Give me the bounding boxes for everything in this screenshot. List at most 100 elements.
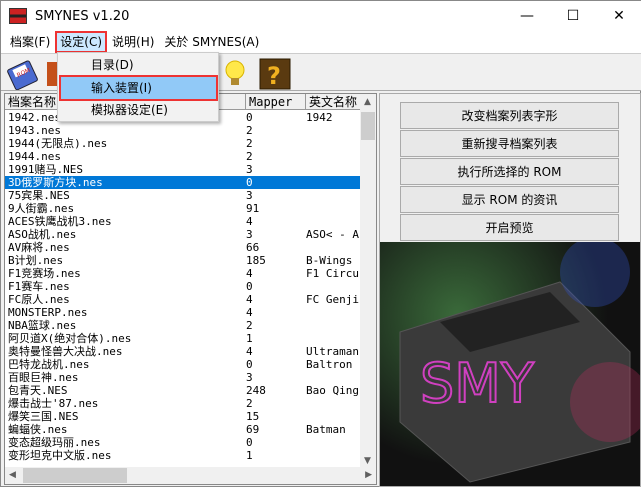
cell-mapper: 0 (246, 280, 253, 293)
scroll-down-icon[interactable]: ▼ (364, 456, 371, 466)
scroll-right-icon[interactable]: ▶ (365, 470, 372, 480)
table-row[interactable]: 蝙蝠侠.nes 69 Batman (5, 423, 362, 436)
cell-english-name: Bao Qing (306, 384, 359, 397)
table-row[interactable]: MONSTERP.nes 4 (5, 306, 362, 319)
cell-filename: 3D俄罗斯方块.nes (8, 176, 103, 189)
preview-image: SMY (380, 242, 640, 486)
cell-mapper: 3 (246, 228, 253, 241)
cell-mapper: 4 (246, 306, 253, 319)
cell-mapper: 3 (246, 371, 253, 384)
rom-disk-icon[interactable]: ROM (7, 58, 39, 91)
table-row[interactable]: 3D俄罗斯方块.nes 0 (5, 176, 362, 189)
lightbulb-icon[interactable] (221, 58, 253, 90)
horizontal-scroll-thumb[interactable] (23, 468, 127, 483)
rom-info-button[interactable]: 显示 ROM 的资讯 (400, 186, 619, 213)
column-header-mapper[interactable]: Mapper (246, 94, 306, 110)
table-row[interactable]: 变形坦克中文版.nes 1 (5, 449, 362, 462)
scroll-up-icon[interactable]: ▲ (364, 97, 371, 107)
table-row[interactable]: 1943.nes 2 (5, 124, 362, 137)
vertical-scroll-thumb[interactable] (361, 112, 375, 140)
scroll-left-icon[interactable]: ◀ (9, 470, 16, 480)
minimize-button[interactable]: — (504, 1, 550, 31)
table-row[interactable]: 1991赌马.NES 3 (5, 163, 362, 176)
table-row[interactable]: NBA篮球.nes 2 (5, 319, 362, 332)
cell-filename: MONSTERP.nes (8, 306, 88, 319)
cell-filename: F1赛车.nes (8, 280, 70, 293)
cell-filename: 变态超级玛丽.nes (8, 436, 101, 449)
close-button[interactable]: ✕ (596, 1, 641, 31)
cell-english-name: FC Genjin (306, 293, 362, 306)
table-row[interactable]: 爆笑三国.NES 15 (5, 410, 362, 423)
table-row[interactable]: 巴特龙战机.nes 0 Baltron (5, 358, 362, 371)
cell-mapper: 66 (246, 241, 260, 254)
table-row[interactable]: 爆击战士'87.nes 2 (5, 397, 362, 410)
table-row[interactable]: F1赛车.nes 0 (5, 280, 362, 293)
cell-mapper: 4 (246, 267, 253, 280)
help-question-icon[interactable]: ? (259, 58, 291, 90)
window-title: SMYNES v1.20 (35, 8, 130, 24)
menu-settings[interactable]: 设定(C) (55, 31, 108, 53)
table-row[interactable]: 9人街霸.nes 91 (5, 202, 362, 215)
cell-english-name (306, 319, 362, 332)
cell-mapper: 0 (246, 358, 253, 371)
table-row[interactable]: 1944(无限点).nes 2 (5, 137, 362, 150)
cell-filename: 爆笑三国.NES (8, 410, 79, 423)
table-row[interactable]: 奥特曼怪兽大决战.nes 4 Ultraman (5, 345, 362, 358)
rom-list[interactable]: 档案名称 Mapper 英文名称 1942.nes 0 1942 1943.nes 2 1… (4, 93, 377, 485)
run-rom-button[interactable]: 执行所选择的 ROM (400, 158, 619, 185)
table-row[interactable]: 百眼巨神.nes 3 (5, 371, 362, 384)
cell-filename: 1944(无限点).nes (8, 137, 108, 150)
cell-english-name (306, 202, 362, 215)
table-row[interactable]: B计划.nes 185 B-Wings (5, 254, 362, 267)
menu-file[interactable]: 档案(F) (5, 31, 55, 53)
cell-filename: 1991赌马.NES (8, 163, 83, 176)
cell-filename: F1竞赛场.nes (8, 267, 81, 280)
table-row[interactable]: 1944.nes 2 (5, 150, 362, 163)
menu-item-emulator-settings[interactable]: 模拟器设定(E) (61, 99, 216, 121)
cell-mapper: 248 (246, 384, 266, 397)
rescan-list-button[interactable]: 重新搜寻档案列表 (400, 130, 619, 157)
cell-english-name (306, 215, 362, 228)
table-row[interactable]: 包青天.NES 248 Bao Qing (5, 384, 362, 397)
table-row[interactable]: F1竞赛场.nes 4 F1 Circus (5, 267, 362, 280)
cell-english-name: F1 Circus (306, 267, 362, 280)
cell-mapper: 4 (246, 215, 253, 228)
cell-english-name: Ultraman (306, 345, 359, 358)
table-row[interactable]: 75宾果.NES 3 (5, 189, 362, 202)
help-glyph: ? (267, 62, 281, 90)
cell-mapper: 1 (246, 332, 253, 345)
cell-mapper: 3 (246, 189, 253, 202)
horizontal-scrollbar[interactable]: ◀ ▶ (5, 467, 376, 484)
menu-bar: 档案(F) 设定(C) 说明(H) 关於 SMYNES(A) (1, 31, 641, 53)
menu-about[interactable]: 关於 SMYNES(A) (159, 31, 264, 53)
cell-mapper: 2 (246, 397, 253, 410)
cell-english-name: B-Wings (306, 254, 353, 267)
menu-item-input-device[interactable]: 输入装置(I) (59, 75, 218, 101)
vertical-scrollbar[interactable]: ▲ ▼ (360, 94, 376, 468)
cell-english-name: Baltron (306, 358, 353, 371)
table-row[interactable]: 阿贝道X(绝对合体).nes 1 (5, 332, 362, 345)
book-icon[interactable] (45, 58, 57, 90)
cell-mapper: 0 (246, 436, 253, 449)
table-row[interactable]: FC原人.nes 4 FC Genjin (5, 293, 362, 306)
cell-filename: 1943.nes (8, 124, 61, 137)
cell-filename: 百眼巨神.nes (8, 371, 79, 384)
column-header-english-name[interactable]: 英文名称 (306, 94, 362, 110)
cell-english-name (306, 176, 362, 189)
menu-item-directory[interactable]: 目录(D) (61, 54, 216, 76)
menu-help[interactable]: 说明(H) (107, 31, 159, 53)
cell-filename: B计划.nes (8, 254, 64, 267)
maximize-button[interactable]: ☐ (550, 1, 596, 31)
table-row[interactable]: AV麻将.nes 66 (5, 241, 362, 254)
table-row[interactable]: ASO战机.nes 3 ASO< - Ar (5, 228, 362, 241)
table-row[interactable]: ACES铁鹰战机3.nes 4 (5, 215, 362, 228)
cell-mapper: 185 (246, 254, 266, 267)
table-row[interactable]: 变态超级玛丽.nes 0 (5, 436, 362, 449)
cell-english-name: ASO< - Ar (306, 228, 362, 241)
cell-mapper: 3 (246, 163, 253, 176)
change-font-button[interactable]: 改变档案列表字形 (400, 102, 619, 129)
cell-filename: FC原人.nes (8, 293, 70, 306)
open-preview-button[interactable]: 开启预览 (400, 214, 619, 241)
cell-mapper: 4 (246, 345, 253, 358)
cell-english-name (306, 397, 362, 410)
